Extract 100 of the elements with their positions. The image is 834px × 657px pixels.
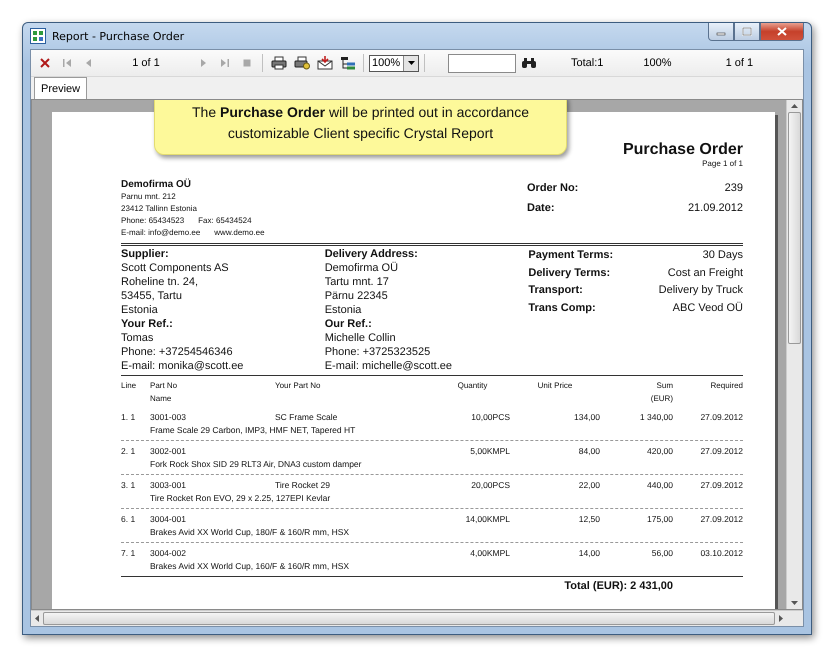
table-cell-text: 12,50 — [578, 513, 600, 526]
reference-detail: Phone: +3725323525 — [324, 345, 432, 359]
company-address: 23412 Tallinn Estonia — [121, 203, 198, 215]
table-cell-text: 3001-003 — [150, 411, 187, 424]
table-cell-text: 27.09.2012 — [699, 479, 743, 492]
scroll-down-icon[interactable] — [791, 601, 798, 605]
party-address: Tartu mnt. 17 — [324, 275, 390, 289]
table-cell-text: 3003-001 — [150, 479, 187, 492]
search-field[interactable] — [448, 54, 516, 72]
party-address: Demofirma OÜ — [324, 261, 400, 275]
column-header: Quantity — [456, 380, 488, 392]
party-address: Scott Components AS — [121, 261, 230, 275]
scroll-left-icon[interactable] — [35, 615, 39, 622]
reference-detail: Tomas — [121, 331, 154, 345]
table-cell: SC Frame Scale — [275, 412, 338, 422]
vertical-scrollbar[interactable] — [786, 100, 802, 609]
table-cell-text: 2. 1 — [121, 445, 136, 458]
zoom-dropdown[interactable]: 100% — [369, 54, 419, 72]
column-header: Required — [710, 380, 743, 392]
company-name: Demofirma OÜ — [121, 178, 192, 191]
column-header: Line — [121, 380, 138, 392]
company-contact: Phone: 65434523 — [121, 215, 184, 227]
table-cell-text: 440,00 — [646, 479, 673, 492]
report-title: Purchase Order — [622, 141, 743, 159]
party-heading: Delivery Address: — [324, 247, 419, 261]
caret-icon — [408, 61, 414, 65]
close-icon — [777, 27, 787, 36]
table-cell-text: 420,00 — [646, 445, 673, 458]
reference-heading: Your Ref.: — [121, 317, 174, 331]
party-heading: Supplier: — [121, 247, 170, 261]
table-cell-text: 84,00 — [578, 445, 600, 458]
table-cell-text: 27.09.2012 — [699, 445, 743, 458]
term-value: 30 Days — [702, 248, 743, 263]
table-cell-text: 134,00 — [573, 411, 600, 424]
reference-detail: E-mail: michelle@scott.ee — [324, 359, 454, 373]
item-name: Tire Rocket Ron EVO, 29 x 2.25, 127EPI Kevlar — [150, 492, 332, 505]
reference-detail: Michelle Collin — [324, 331, 397, 345]
scroll-up-icon[interactable] — [791, 104, 798, 108]
column-header: Your Part No — [275, 380, 322, 392]
company-contact: E-mail: info@demo.ee — [121, 227, 200, 239]
term-value: Cost an Freight — [666, 266, 743, 280]
total-amount: Total (EUR): 2 431,00 — [563, 580, 673, 592]
term-label: Transport: — [528, 283, 584, 298]
table-cell-text: 1. 1 — [121, 411, 136, 424]
table-cell-text: 6. 1 — [121, 513, 136, 526]
page-count: 1 of 1 — [726, 57, 754, 69]
restore-icon — [742, 27, 752, 36]
term-value: ABC Veod OÜ — [672, 300, 743, 316]
term-label: Delivery Terms: — [528, 266, 612, 280]
item-name: Brakes Avid XX World Cup, 160/F & 160/R mm, HSX — [150, 560, 350, 573]
table-cell-text: 03.10.2012 — [699, 547, 743, 560]
page-indicator: 1 of 1 — [131, 57, 161, 69]
field-value: 21.09.2012 — [688, 201, 743, 216]
table-cell-text: 14,00KMPL — [464, 513, 510, 526]
table-cell-text: 1 340,00 — [638, 411, 673, 424]
column-header: Part No — [150, 380, 178, 392]
field-label: Order No: — [527, 181, 578, 196]
reference-heading: Our Ref.: — [324, 317, 373, 331]
scroll-right-icon[interactable] — [779, 615, 783, 622]
table-cell-text: 56,00 — [650, 547, 673, 560]
table-cell-text: 27.09.2012 — [699, 411, 743, 424]
page-label: Page 1 of 1 — [702, 159, 743, 169]
table-cell-text: 7. 1 — [121, 547, 136, 560]
table-cell-text: 3004-001 — [150, 513, 187, 526]
total-count: Total:1 — [571, 57, 604, 69]
party-address: Estonia — [121, 303, 159, 317]
field-value: 239 — [724, 181, 743, 196]
table-cell-text: 10,00PCS — [470, 411, 510, 424]
company-address: Parnu mnt. 212 — [121, 191, 177, 203]
item-name: Brakes Avid XX World Cup, 180/F & 160/R mm, HSX — [150, 526, 350, 539]
table-cell-text: 14,00 — [578, 547, 600, 560]
table-cell-text: 3004-002 — [150, 547, 187, 560]
party-address: Pärnu 22345 — [324, 289, 389, 303]
reference-detail: E-mail: monika@scott.ee — [121, 359, 244, 373]
column-header: Name — [150, 393, 172, 405]
column-header: Sum — [656, 380, 673, 392]
horizontal-scrollbar[interactable] — [31, 610, 803, 626]
app-icon — [30, 28, 46, 44]
window-title: Report - Purchase Order — [52, 30, 186, 42]
table-cell: Tire Rocket 29 — [275, 480, 330, 490]
party-address: Estonia — [324, 303, 362, 317]
item-name: Fork Rock Shox SID 29 RLT3 Air, DNA3 custom damper — [150, 458, 362, 471]
close-button[interactable] — [760, 23, 804, 41]
callout-note: The Purchase Order will be printed out in accordance customizable Client specific Crystal Report — [154, 100, 567, 155]
table-cell-text: 4,00KMPL — [469, 547, 510, 560]
minimize-button[interactable] — [708, 23, 734, 41]
term-value: Delivery by Truck — [658, 283, 743, 298]
table-cell-text: 3002-001 — [150, 445, 187, 458]
table-cell-text: 20,00PCS — [470, 479, 510, 492]
company-contact: Fax: 65434524 — [198, 215, 252, 227]
table-cell-text: 175,00 — [646, 513, 673, 526]
table-cell-text: 22,00 — [578, 479, 600, 492]
term-label: Trans Comp: — [528, 300, 597, 316]
preview-tab[interactable]: Preview — [34, 77, 88, 99]
restore-button[interactable] — [734, 23, 760, 41]
column-header: (EUR) — [650, 393, 673, 405]
column-header: Unit Price — [536, 380, 574, 392]
reference-detail: Phone: +37254546346 — [121, 345, 234, 359]
table-cell-text: 27.09.2012 — [699, 513, 743, 526]
zoom-level: 100% — [643, 57, 672, 69]
